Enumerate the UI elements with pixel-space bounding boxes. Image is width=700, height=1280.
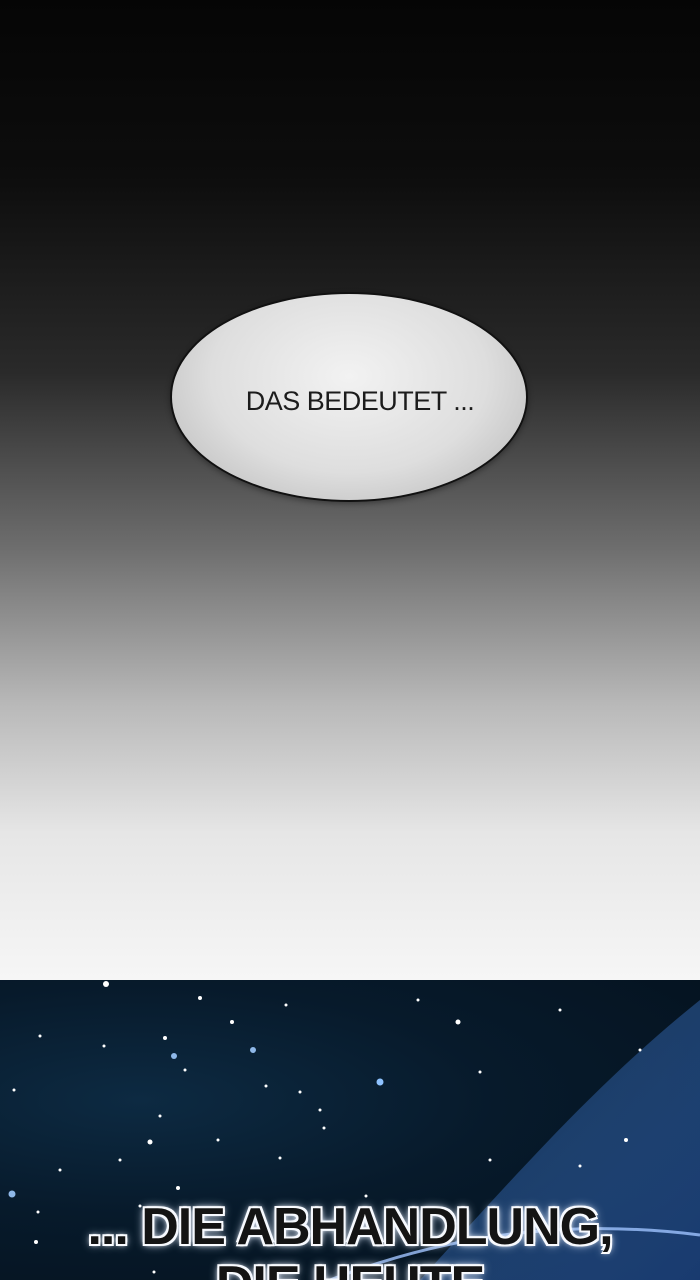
caption-line-2: DIE HEUTE [0, 1256, 700, 1280]
comic-page: DAS BEDEUTET ... ... DIE ABHANDLUNG, [0, 0, 700, 1280]
caption-line-1: ... DIE ABHANDLUNG, [87, 1198, 613, 1256]
narration-caption: ... DIE ABHANDLUNG, DIE HEUTE [0, 1198, 700, 1280]
speech-bubble: DAS BEDEUTET ... [170, 292, 528, 502]
gradient-panel: DAS BEDEUTET ... [0, 0, 700, 980]
speech-bubble-text: DAS BEDEUTET ... [245, 386, 475, 416]
night-sky-panel: ... DIE ABHANDLUNG, DIE HEUTE [0, 980, 700, 1280]
